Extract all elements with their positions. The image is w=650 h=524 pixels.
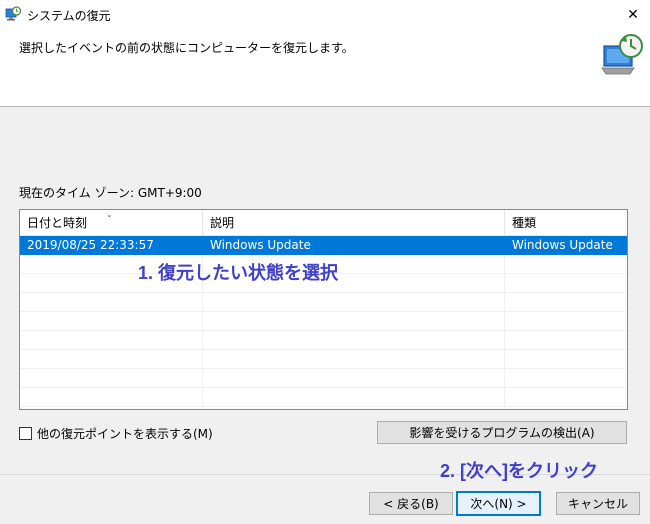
title-bar: システムの復元 ✕ (0, 0, 650, 30)
empty-row (20, 369, 627, 388)
cell-description: Windows Update (203, 236, 505, 255)
checkbox-box[interactable] (19, 427, 32, 440)
window-title: システムの復元 (27, 9, 111, 23)
column-header-type[interactable]: 種類 (505, 210, 627, 236)
cancel-button[interactable]: キャンセル (556, 492, 640, 515)
show-more-restore-points-checkbox[interactable]: 他の復元ポイントを表示する(M) (19, 425, 213, 442)
column-header-datetime[interactable]: 日付と時刻 ⌄ (20, 210, 203, 236)
cell-datetime: 2019/08/25 22:33:57 (20, 236, 203, 255)
next-button[interactable]: 次へ(N) > (456, 491, 541, 516)
empty-row (20, 388, 627, 407)
column-label-datetime: 日付と時刻 (27, 216, 88, 230)
annotation-step2: 2. [次へ]をクリック (440, 461, 599, 481)
empty-row (20, 350, 627, 369)
empty-row (20, 312, 627, 331)
column-label-type: 種類 (512, 216, 537, 230)
close-icon: ✕ (627, 7, 639, 23)
sort-indicator-icon: ⌄ (106, 210, 113, 219)
checkbox-label: 他の復元ポイントを表示する(M) (37, 427, 213, 441)
empty-row (20, 293, 627, 312)
cell-type: Windows Update (512, 238, 613, 252)
restore-point-list[interactable]: 日付と時刻 ⌄ 説明 種類 2019/08/25 22:33:57 Window… (19, 209, 628, 410)
instruction-text: 選択したイベントの前の状態にコンピューターを復元します。 (19, 41, 354, 55)
system-restore-large-icon (601, 34, 643, 75)
column-label-description: 説明 (210, 216, 235, 230)
empty-row (20, 331, 627, 350)
header-panel: 選択したイベントの前の状態にコンピューターを復元します。 (0, 30, 650, 107)
system-restore-icon (5, 6, 21, 21)
close-button[interactable]: ✕ (616, 0, 650, 30)
annotation-step1: 1. 復元したい状態を選択 (138, 263, 339, 283)
table-row[interactable]: 2019/08/25 22:33:57 Windows Update Windo… (20, 236, 627, 255)
list-header: 日付と時刻 ⌄ 説明 種類 (20, 210, 627, 236)
scan-affected-programs-button[interactable]: 影響を受けるプログラムの検出(A) (377, 421, 627, 444)
column-header-description[interactable]: 説明 (203, 210, 505, 236)
timezone-label: 現在のタイム ゾーン: GMT+9:00 (19, 186, 202, 200)
back-button[interactable]: < 戻る(B) (369, 492, 453, 515)
